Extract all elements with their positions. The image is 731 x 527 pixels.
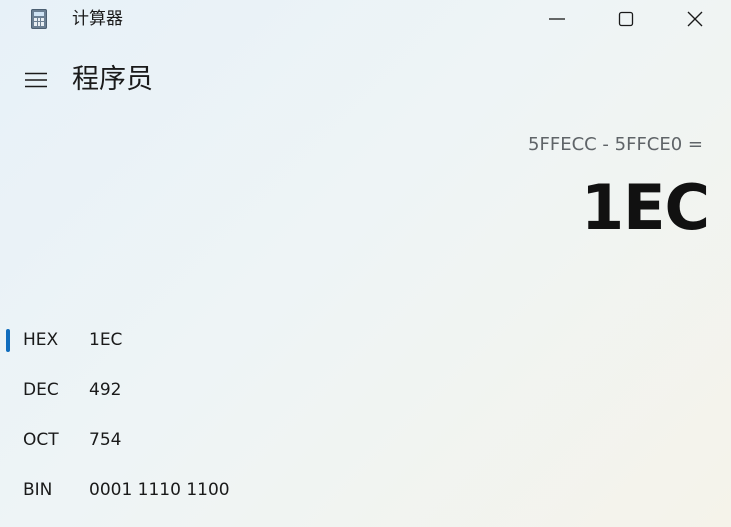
radix-row-bin[interactable]: BIN 0001 1110 1100: [0, 466, 731, 516]
navigation-menu-button[interactable]: [20, 64, 52, 96]
radix-value: 0001 1110 1100: [89, 480, 230, 500]
radix-label: HEX: [23, 330, 59, 350]
minimize-icon: [549, 18, 565, 20]
maximize-button[interactable]: [603, 0, 649, 38]
radix-value: 1EC: [89, 330, 123, 350]
radix-label: OCT: [23, 430, 59, 450]
close-icon: [687, 11, 703, 27]
radix-list: HEX 1EC DEC 492 OCT 754 BIN 0001 1110 11…: [0, 316, 731, 516]
close-button[interactable]: [672, 0, 718, 38]
selection-indicator: [6, 329, 10, 352]
expression-display: 5FFECC - 5FFCE0 =: [528, 134, 703, 155]
calculator-icon: [31, 9, 47, 29]
hamburger-menu-icon: [25, 72, 47, 88]
radix-label: DEC: [23, 380, 59, 400]
radix-value: 492: [89, 380, 122, 400]
mode-title: 程序员: [72, 64, 153, 95]
result-display: 1EC: [581, 171, 710, 244]
window-title: 计算器: [72, 9, 123, 29]
radix-row-hex[interactable]: HEX 1EC: [0, 316, 731, 366]
radix-value: 754: [89, 430, 122, 450]
title-bar: 计算器: [0, 0, 731, 38]
radix-row-dec[interactable]: DEC 492: [0, 366, 731, 416]
radix-label: BIN: [23, 480, 53, 500]
maximize-icon: [618, 11, 634, 27]
radix-row-oct[interactable]: OCT 754: [0, 416, 731, 466]
minimize-button[interactable]: [534, 0, 580, 38]
header: 程序员: [0, 56, 731, 104]
